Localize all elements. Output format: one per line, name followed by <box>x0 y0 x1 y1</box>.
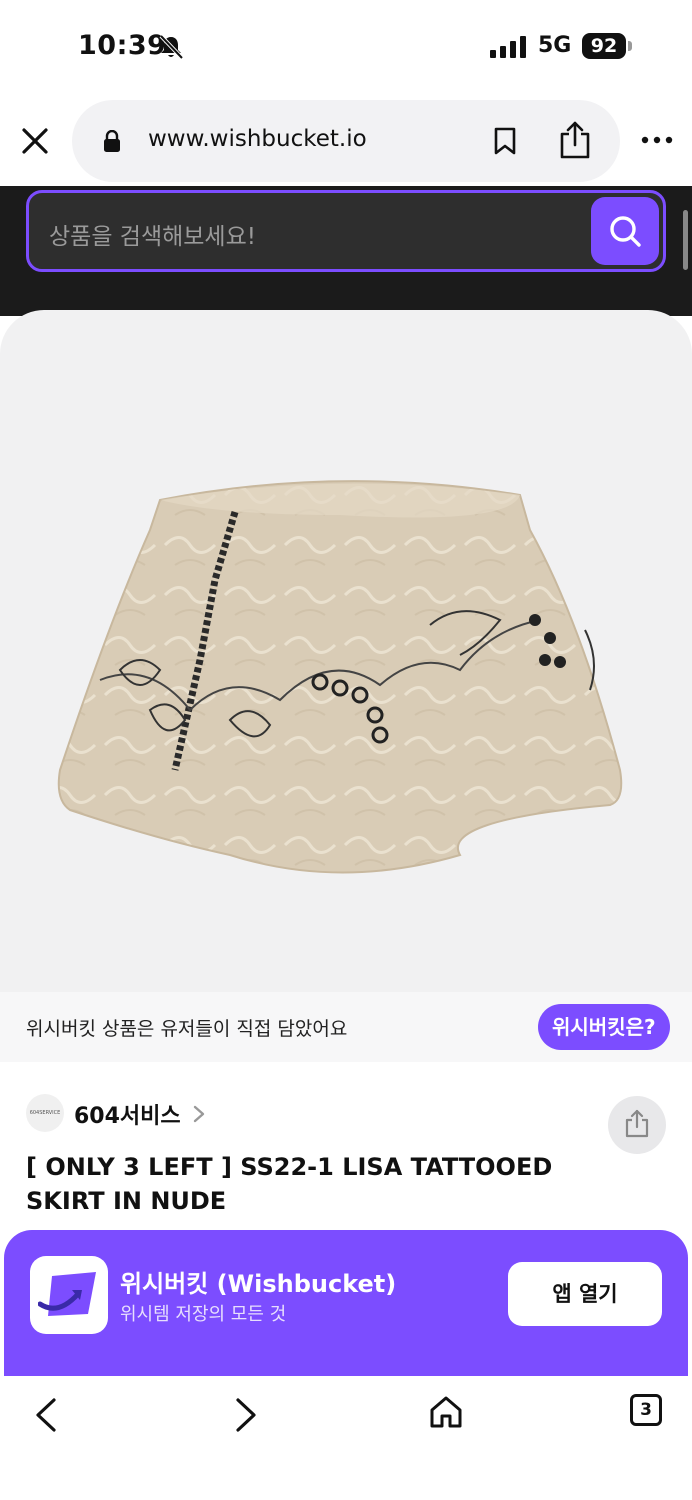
scrollbar[interactable] <box>683 210 688 270</box>
search-header: 상품을 검색해보세요! <box>0 186 692 316</box>
share-icon <box>625 1109 649 1138</box>
open-app-button[interactable]: 앱 열기 <box>508 1262 662 1326</box>
more-icon[interactable] <box>640 134 674 146</box>
battery-tip <box>628 41 632 51</box>
chevron-right-icon <box>193 1105 205 1123</box>
product-image[interactable] <box>0 310 692 992</box>
tabs-icon[interactable]: 3 <box>630 1394 662 1426</box>
search-input[interactable]: 상품을 검색해보세요! <box>26 190 666 272</box>
wishbucket-logo-icon <box>38 1272 96 1316</box>
browser-toolbar: 3 <box>0 1376 692 1500</box>
product-share-button[interactable] <box>608 1096 666 1154</box>
forward-icon[interactable] <box>232 1396 260 1434</box>
signal-icon <box>490 36 526 58</box>
browser-bar: www.wishbucket.io <box>0 96 692 186</box>
search-button[interactable] <box>591 197 659 265</box>
product-title: [ ONLY 3 LEFT ] SS22-1 LISA TATTOOED SKI… <box>26 1153 553 1215</box>
address-bar[interactable]: www.wishbucket.io <box>72 100 620 182</box>
app-install-banner: 위시버킷 (Wishbucket) 위시템 저장의 모든 것 앱 열기 <box>4 1230 688 1376</box>
status-time: 10:39 <box>78 30 167 61</box>
network-type: 5G <box>538 33 572 58</box>
bookmark-icon[interactable] <box>492 126 518 156</box>
status-bar: 10:39 5G 92 <box>0 0 692 96</box>
about-wishbucket-button[interactable]: 위시버킷은? <box>538 1004 670 1050</box>
bell-slash-icon <box>159 34 184 60</box>
search-placeholder: 상품을 검색해보세요! <box>49 224 256 250</box>
info-text: 위시버킷 상품은 유저들이 직접 담았어요 <box>26 1018 348 1040</box>
share-icon[interactable] <box>558 120 592 160</box>
seller-name: 604서비스 <box>74 1104 181 1129</box>
close-icon[interactable] <box>18 124 52 158</box>
app-subtitle: 위시템 저장의 모든 것 <box>120 1304 287 1325</box>
skirt-image <box>57 480 623 874</box>
info-strip: 위시버킷 상품은 유저들이 직접 담았어요 위시버킷은? <box>0 992 692 1062</box>
url-text: www.wishbucket.io <box>148 126 367 152</box>
back-icon[interactable] <box>32 1396 60 1434</box>
search-icon <box>610 216 641 247</box>
battery-level: 92 <box>582 33 626 59</box>
avatar: 604SERVICE <box>26 1094 64 1132</box>
home-icon[interactable] <box>428 1394 464 1430</box>
lock-icon <box>104 130 120 152</box>
app-logo <box>30 1256 108 1334</box>
app-name: 위시버킷 (Wishbucket) <box>120 1270 397 1298</box>
